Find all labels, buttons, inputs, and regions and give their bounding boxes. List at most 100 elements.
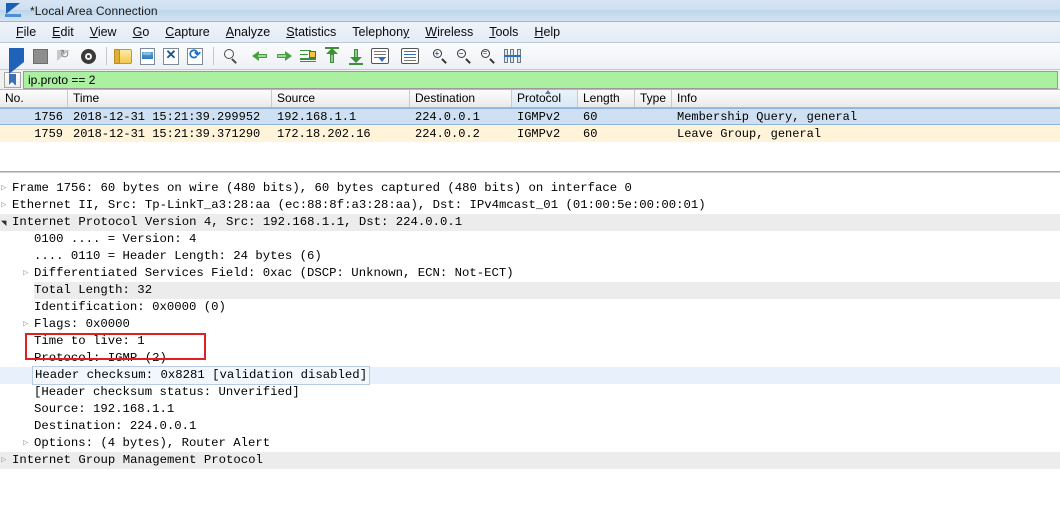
detail-row-label: Frame 1756: 60 bytes on wire (480 bits),…: [12, 181, 632, 195]
menu-file[interactable]: File: [8, 22, 44, 42]
column-header-protocol[interactable]: Protocol: [512, 90, 578, 107]
table-row[interactable]: 1756 2018-12-31 15:21:39.299952 192.168.…: [0, 108, 1060, 125]
sort-ascending-icon: [544, 90, 551, 94]
display-filter-bar: ip.proto == 2: [0, 70, 1060, 90]
detail-row-identification[interactable]: Identification: 0x0000 (0): [0, 299, 1060, 316]
detail-row-igmp[interactable]: Internet Group Management Protocol: [0, 452, 1060, 469]
close-file-icon[interactable]: [160, 45, 182, 67]
detail-row-label: Header checksum: 0x8281 [validation disa…: [32, 366, 371, 385]
expand-triangle-icon[interactable]: [22, 265, 34, 282]
cell-protocol: IGMPv2: [517, 109, 561, 124]
go-to-first-packet-icon[interactable]: [321, 45, 343, 67]
toolbar-separator-1: [106, 47, 107, 65]
go-to-packet-icon[interactable]: [297, 45, 319, 67]
save-file-icon[interactable]: [136, 45, 158, 67]
detail-row-source[interactable]: Source: 192.168.1.1: [0, 401, 1060, 418]
detail-row-options[interactable]: Options: (4 bytes), Router Alert: [0, 435, 1060, 452]
column-header-source[interactable]: Source: [272, 90, 410, 107]
detail-row-label: Total Length: 32: [34, 283, 153, 297]
start-capture-icon[interactable]: [5, 45, 27, 74]
zoom-in-icon[interactable]: +: [429, 45, 451, 67]
menu-help[interactable]: Help: [526, 22, 568, 42]
expand-triangle-icon[interactable]: [0, 452, 12, 469]
detail-row-version[interactable]: 0100 .... = Version: 4: [0, 231, 1060, 248]
column-header-time[interactable]: Time: [68, 90, 272, 107]
expand-triangle-icon[interactable]: [0, 180, 12, 197]
detail-row-label: [Header checksum status: Unverified]: [34, 385, 300, 399]
detail-row-flags[interactable]: Flags: 0x0000: [0, 316, 1060, 333]
resize-columns-icon[interactable]: [501, 45, 523, 67]
display-filter-value: ip.proto == 2: [28, 72, 96, 87]
capture-options-icon[interactable]: [77, 45, 99, 67]
cell-source: 192.168.1.1: [277, 109, 357, 124]
expand-triangle-icon[interactable]: [22, 435, 34, 452]
cell-destination: 224.0.0.2: [415, 126, 480, 141]
menu-tools[interactable]: Tools: [481, 22, 526, 42]
packet-list-header: No. Time Source Destination Protocol Len…: [0, 90, 1060, 108]
detail-row-label: Differentiated Services Field: 0xac (DSC…: [34, 266, 514, 280]
auto-scroll-icon[interactable]: [369, 45, 391, 67]
packet-list-empty-area: [0, 142, 1060, 171]
column-header-length[interactable]: Length: [578, 90, 635, 107]
go-to-last-packet-icon[interactable]: [345, 45, 367, 67]
column-header-no[interactable]: No.: [0, 90, 68, 107]
cell-time: 2018-12-31 15:21:39.299952: [73, 109, 261, 124]
detail-row-total-length[interactable]: Total Length: 32: [0, 282, 1060, 299]
go-forward-icon[interactable]: [273, 45, 295, 67]
expand-triangle-icon[interactable]: [0, 197, 12, 214]
menu-capture[interactable]: Capture: [157, 22, 217, 42]
detail-row-protocol[interactable]: Protocol: IGMP (2): [0, 350, 1060, 367]
cell-destination: 224.0.0.1: [415, 109, 480, 124]
detail-row-destination[interactable]: Destination: 224.0.0.1: [0, 418, 1060, 435]
reload-file-icon[interactable]: [184, 45, 206, 67]
detail-row-frame[interactable]: Frame 1756: 60 bytes on wire (480 bits),…: [0, 180, 1060, 197]
menu-edit[interactable]: Edit: [44, 22, 82, 42]
colorize-packets-icon[interactable]: [399, 45, 421, 67]
menu-go[interactable]: Go: [125, 22, 158, 42]
menu-view[interactable]: View: [82, 22, 125, 42]
packet-details-pane: Frame 1756: 60 bytes on wire (480 bits),…: [0, 172, 1060, 508]
detail-row-label: Internet Group Management Protocol: [12, 453, 263, 467]
menu-analyze[interactable]: Analyze: [218, 22, 278, 42]
expand-triangle-icon[interactable]: [22, 316, 34, 333]
cell-info: Leave Group, general: [677, 126, 822, 141]
detail-row-header-length[interactable]: .... 0110 = Header Length: 24 bytes (6): [0, 248, 1060, 265]
table-row[interactable]: 1759 2018-12-31 15:21:39.371290 172.18.2…: [0, 125, 1060, 142]
find-packet-icon[interactable]: [219, 45, 241, 67]
detail-row-dsfield[interactable]: Differentiated Services Field: 0xac (DSC…: [0, 265, 1060, 282]
detail-row-ipv4[interactable]: Internet Protocol Version 4, Src: 192.16…: [0, 214, 1060, 231]
open-file-icon[interactable]: [112, 45, 134, 67]
detail-row-label: Internet Protocol Version 4, Src: 192.16…: [12, 215, 463, 229]
cell-length: 60: [583, 109, 598, 124]
column-header-info[interactable]: Info: [672, 90, 1060, 107]
detail-row-ttl[interactable]: Time to live: 1: [0, 333, 1060, 350]
menu-wireless[interactable]: Wireless: [417, 22, 481, 42]
detail-row-ethernet[interactable]: Ethernet II, Src: Tp-LinkT_a3:28:aa (ec:…: [0, 197, 1060, 214]
display-filter-input[interactable]: ip.proto == 2: [23, 70, 1058, 89]
menu-telephony[interactable]: Telephony: [344, 22, 417, 42]
menubar: File Edit View Go Capture Analyze Statis…: [0, 22, 1060, 43]
restart-capture-icon[interactable]: [53, 45, 75, 67]
stop-capture-icon[interactable]: [29, 45, 51, 67]
collapse-triangle-icon[interactable]: [0, 214, 12, 231]
detail-row-label: .... 0110 = Header Length: 24 bytes (6): [34, 249, 322, 263]
menu-statistics[interactable]: Statistics: [278, 22, 344, 42]
window-title: *Local Area Connection: [30, 3, 158, 18]
column-header-type[interactable]: Type: [635, 90, 672, 107]
go-back-icon[interactable]: [249, 45, 271, 67]
zoom-out-icon[interactable]: −: [453, 45, 475, 67]
wireshark-fin-icon: [5, 3, 22, 18]
detail-row-header-checksum-status[interactable]: [Header checksum status: Unverified]: [0, 384, 1060, 401]
detail-row-header-checksum[interactable]: Header checksum: 0x8281 [validation disa…: [0, 366, 1060, 385]
column-header-destination[interactable]: Destination: [410, 90, 512, 107]
zoom-reset-icon[interactable]: =: [477, 45, 499, 67]
toolbar-separator-2: [213, 47, 214, 65]
